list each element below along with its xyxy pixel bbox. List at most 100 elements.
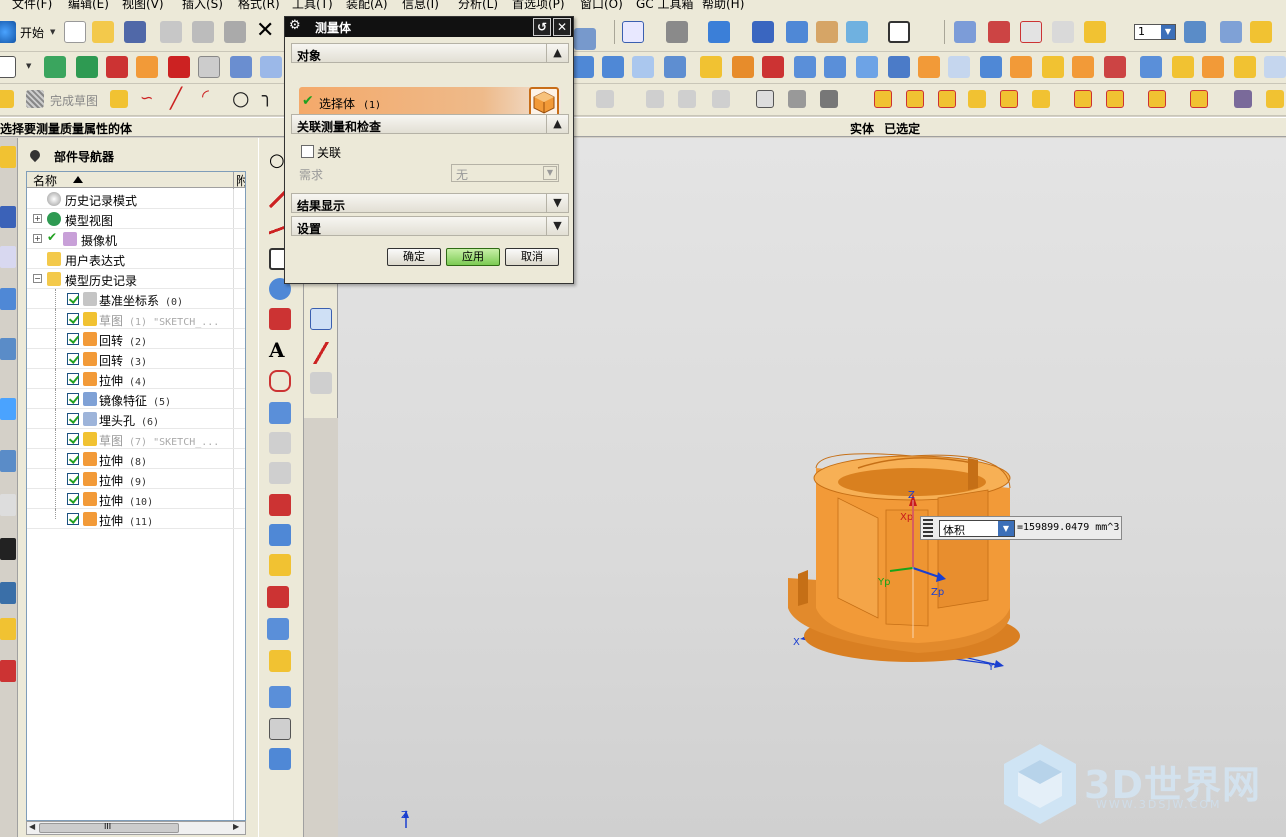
open-folder-icon[interactable]: [92, 21, 114, 43]
horizontal-scrollbar[interactable]: ◀ III ▶: [26, 821, 246, 835]
layer-icon[interactable]: [954, 21, 976, 43]
measure-distance-icon[interactable]: [1052, 21, 1074, 43]
measurement-label[interactable]: 体积 ▼ =159899.0479 mm^3: [920, 516, 1122, 540]
cube-view-icon[interactable]: [708, 21, 730, 43]
surface-4-icon[interactable]: [269, 494, 291, 516]
menu-edit[interactable]: 编辑(E): [68, 0, 109, 12]
tree-row-revolve-3[interactable]: 回转 (3): [27, 349, 245, 369]
feature-11-icon[interactable]: [888, 56, 910, 78]
assembly-11-icon[interactable]: [1234, 90, 1252, 108]
tree-row-user-expressions[interactable]: 用户表达式: [27, 249, 245, 269]
menu-file[interactable]: 文件(F): [12, 0, 52, 12]
fit-icon[interactable]: [622, 21, 644, 43]
hd3d-icon[interactable]: [0, 338, 16, 360]
constraint-7-icon[interactable]: [820, 90, 838, 108]
close-icon[interactable]: ✕: [553, 18, 571, 36]
surface-3-icon[interactable]: [269, 462, 291, 484]
offset-tool-icon[interactable]: [269, 370, 291, 392]
feature-13-icon[interactable]: [948, 56, 970, 78]
menu-window[interactable]: 窗口(O): [580, 0, 623, 12]
menu-info[interactable]: 信息(I): [402, 0, 439, 12]
constraint-navigator-icon[interactable]: [0, 206, 16, 228]
rectangle-icon[interactable]: [0, 56, 16, 78]
surface-10-icon[interactable]: [269, 686, 291, 708]
feature-1-icon[interactable]: [572, 56, 594, 78]
assembly-5-icon[interactable]: [1000, 90, 1018, 108]
start-dropdown-icon[interactable]: ▼: [50, 28, 55, 36]
feature-14-icon[interactable]: [980, 56, 1002, 78]
feature-19-icon[interactable]: [1140, 56, 1162, 78]
copy-icon[interactable]: [192, 21, 214, 43]
measure-dropdown-icon[interactable]: ▼: [998, 521, 1014, 536]
menu-format[interactable]: 格式(R): [238, 0, 280, 12]
tree-row-extrude-4[interactable]: 拉伸 (4): [27, 369, 245, 389]
surface-9-icon[interactable]: [269, 650, 291, 672]
feature-12-icon[interactable]: [918, 56, 940, 78]
menu-view[interactable]: 视图(V): [122, 0, 164, 12]
assembly-3-icon[interactable]: [938, 90, 956, 108]
assembly-9-icon[interactable]: [1148, 90, 1166, 108]
expand-icon[interactable]: +: [33, 214, 42, 223]
part-body[interactable]: [788, 453, 1020, 662]
feature-7-icon[interactable]: [762, 56, 784, 78]
tree-row-sketch-1[interactable]: 草图 (1) "SKETCH_...: [27, 309, 245, 329]
start-button[interactable]: 开始: [20, 24, 44, 41]
feature-3-icon[interactable]: [632, 56, 654, 78]
menu-gc-toolbox[interactable]: GC 工具箱: [636, 0, 694, 12]
visibility-checkbox[interactable]: [67, 513, 79, 525]
drag-handle[interactable]: [923, 519, 933, 537]
reset-icon[interactable]: ↺: [533, 18, 551, 36]
pattern-icon[interactable]: [198, 56, 220, 78]
chevron-up-icon[interactable]: ▲: [546, 114, 568, 134]
manufacturing-wizard-icon[interactable]: [0, 582, 16, 604]
tree-row-extrude-9[interactable]: 拉伸 (9): [27, 469, 245, 489]
surface-2-icon[interactable]: [269, 432, 291, 454]
fillet-icon[interactable]: ╮: [262, 86, 273, 107]
surface-8-icon[interactable]: [267, 618, 289, 640]
feature-10-icon[interactable]: [856, 56, 878, 78]
group-assoc-header[interactable]: 关联测量和检查 ▲: [291, 114, 569, 134]
visibility-checkbox[interactable]: [67, 413, 79, 425]
assembly-10-icon[interactable]: [1190, 90, 1208, 108]
background-color-icon[interactable]: [888, 21, 910, 43]
assembly-navigator-icon[interactable]: [0, 146, 16, 168]
analysis-icon[interactable]: [1084, 21, 1106, 43]
layer-dropdown-icon[interactable]: ▼: [1161, 25, 1175, 39]
sketch-name-icon[interactable]: [110, 90, 128, 108]
scroll-right-icon[interactable]: ▶: [233, 822, 239, 831]
collapse-icon[interactable]: −: [33, 274, 42, 283]
tree-row-revolve-2[interactable]: 回转 (2): [27, 329, 245, 349]
feature-20-icon[interactable]: [1172, 56, 1194, 78]
assembly-2-icon[interactable]: [906, 90, 924, 108]
tree-row-extrude-10[interactable]: 拉伸 (10): [27, 489, 245, 509]
render-style-icon[interactable]: [666, 21, 688, 43]
chevron-down-icon[interactable]: ▼: [546, 193, 568, 213]
constraint-5-icon[interactable]: [756, 90, 774, 108]
profile-icon[interactable]: ∽: [140, 88, 153, 107]
paste-icon[interactable]: [224, 21, 246, 43]
feature-15-icon[interactable]: [1010, 56, 1032, 78]
assembly-8-icon[interactable]: [1106, 90, 1124, 108]
wcs-icon[interactable]: [816, 21, 838, 43]
feature-16-icon[interactable]: [1042, 56, 1064, 78]
extrude-icon[interactable]: [136, 56, 158, 78]
spline-tool-icon[interactable]: [269, 308, 291, 330]
feature-8-icon[interactable]: [794, 56, 816, 78]
gear-icon[interactable]: ⚙: [289, 19, 303, 33]
tree-row-model-history[interactable]: − 模型历史记录: [27, 269, 245, 289]
feature-4-icon[interactable]: [664, 56, 686, 78]
tree-row-model-views[interactable]: + 模型视图: [27, 209, 245, 229]
assembly-12-icon[interactable]: [1266, 90, 1284, 108]
expand-icon[interactable]: +: [33, 234, 42, 243]
feature-18-icon[interactable]: [1104, 56, 1126, 78]
box-icon[interactable]: [1020, 21, 1042, 43]
feature-2-icon[interactable]: [602, 56, 624, 78]
feature-22-icon[interactable]: [1234, 56, 1256, 78]
visibility-checkbox[interactable]: [67, 373, 79, 385]
visibility-checkbox[interactable]: [67, 433, 79, 445]
feature-21-icon[interactable]: [1202, 56, 1224, 78]
tree-row-history-mode[interactable]: 历史记录模式: [27, 189, 245, 209]
layer-select[interactable]: 1 ▼: [1134, 24, 1176, 40]
visibility-checkbox[interactable]: [67, 493, 79, 505]
tree-row-mirror-5[interactable]: 镜像特征 (5): [27, 389, 245, 409]
